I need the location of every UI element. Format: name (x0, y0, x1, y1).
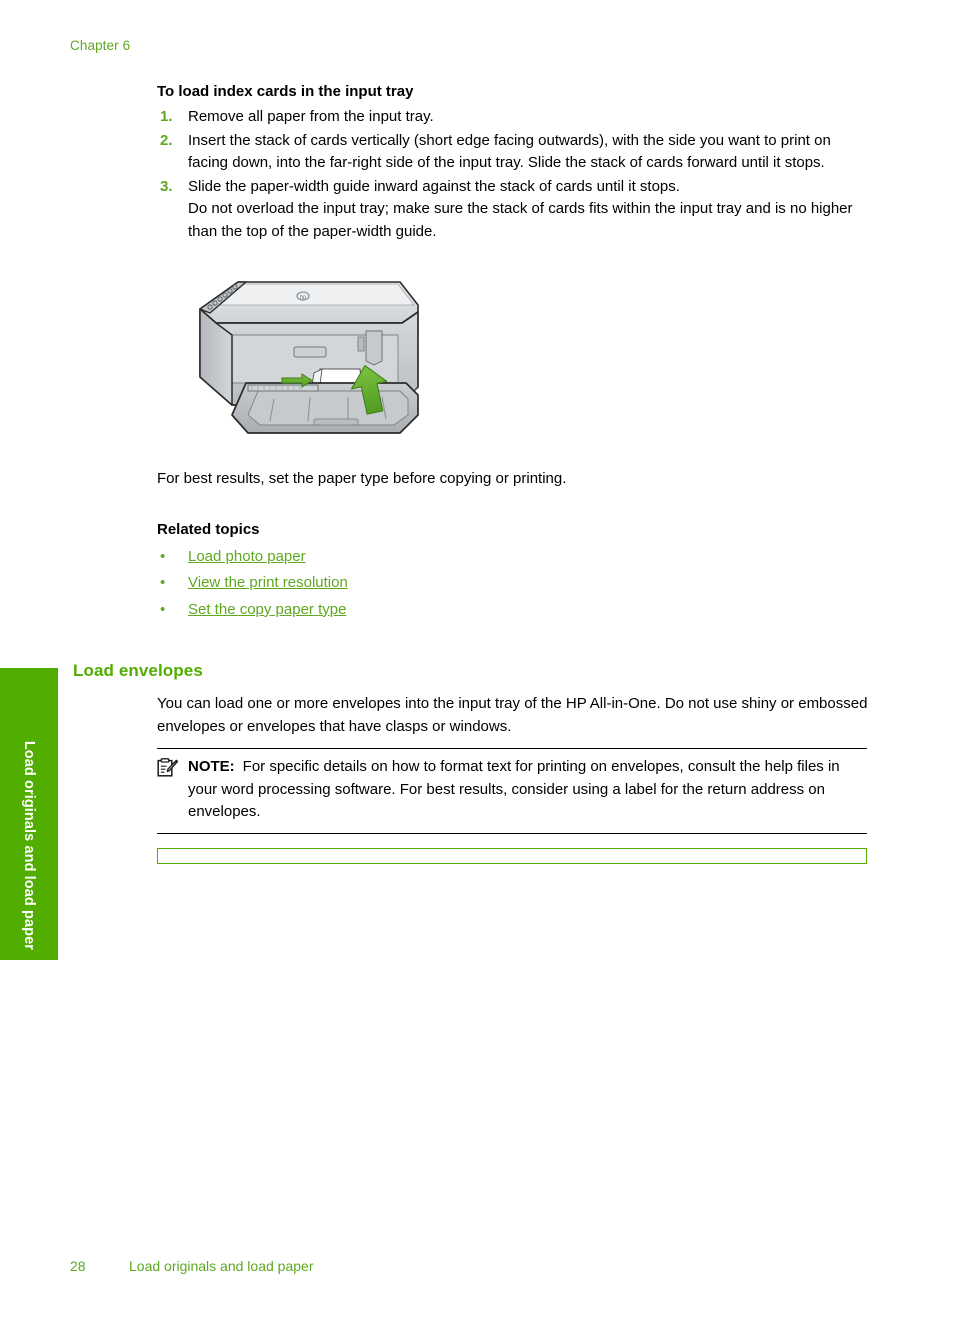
hp-all-in-one-printer-icon: hp (199, 281, 419, 434)
related-topic-item[interactable]: • Set the copy paper type (157, 597, 867, 624)
bullet-icon: • (160, 600, 166, 618)
step-text: Remove all paper from the input tray. (188, 108, 434, 125)
side-tab-label: Load originals and load paper (21, 740, 37, 950)
section-heading-load-envelopes: Load envelopes (73, 661, 203, 680)
footer-section-title: Load originals and load paper (129, 1258, 314, 1274)
note-inner: NOTE: For specific details on how to form… (157, 756, 867, 824)
step-number: 3. (160, 177, 173, 195)
document-page: Chapter 6 Load originals and load paper … (0, 0, 954, 1321)
related-topic-item[interactable]: • View the print resolution (157, 570, 867, 597)
related-topics-title: Related topics (157, 520, 260, 538)
side-tab-load-originals-and-load-paper: Load originals and load paper (0, 668, 58, 960)
after-figure-paragraph: For best results, set the paper type bef… (157, 470, 567, 487)
note-label: NOTE: (188, 758, 235, 775)
printer-illustration-figure: hp (186, 265, 426, 448)
note-clipboard-pencil-icon (157, 758, 179, 777)
related-topics-list: • Load photo paper • View the print reso… (157, 544, 867, 624)
procedure-step-list: 1. Remove all paper from the input tray.… (157, 106, 867, 243)
note-callout: NOTE: For specific details on how to form… (157, 748, 867, 834)
chapter-running-head: Chapter 6 (70, 38, 131, 53)
procedure-step: 3. Slide the paper-width guide inward ag… (157, 176, 867, 244)
bullet-icon: • (160, 574, 166, 591)
related-topic-item[interactable]: • Load photo paper (157, 544, 867, 571)
section-body-paragraph: You can load one or more envelopes into … (157, 695, 868, 735)
related-link-load-photo-paper[interactable]: Load photo paper (188, 548, 306, 565)
footer-page-number: 28 (70, 1258, 86, 1274)
step-sub-paragraph: Do not overload the input tray; make sur… (188, 200, 853, 240)
related-link-view-the-print-resolution[interactable]: View the print resolution (188, 574, 348, 591)
step-text: Slide the paper-width guide inward again… (188, 177, 680, 195)
empty-green-outlined-box (157, 848, 867, 864)
bullet-icon: • (160, 547, 166, 565)
related-link-set-the-copy-paper-type[interactable]: Set the copy paper type (188, 601, 346, 618)
step-number: 2. (160, 131, 173, 149)
svg-text:hp: hp (300, 295, 307, 301)
procedure-title: To load index cards in the input tray (157, 83, 414, 100)
main-content-column: To load index cards in the input tray 1.… (157, 82, 867, 623)
step-text: Insert the stack of cards vertically (sh… (188, 131, 831, 172)
procedure-step: 2. Insert the stack of cards vertically … (157, 130, 867, 175)
procedure-step: 1. Remove all paper from the input tray. (157, 106, 867, 129)
page-footer: 28 Load originals and load paper (70, 1258, 313, 1274)
note-text: For specific details on how to format te… (188, 758, 840, 820)
step-number: 1. (160, 108, 173, 125)
